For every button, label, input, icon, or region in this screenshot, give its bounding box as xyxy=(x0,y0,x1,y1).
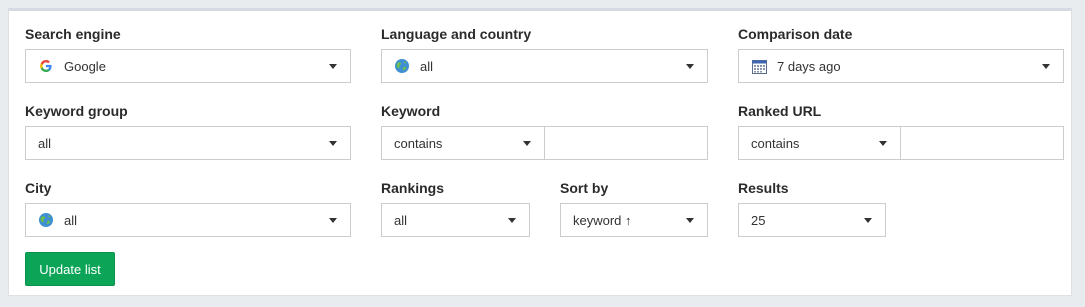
keyword-group-value: all xyxy=(38,135,52,151)
chevron-down-icon xyxy=(686,64,694,69)
rankings-select[interactable]: all xyxy=(381,203,530,237)
globe-icon xyxy=(38,212,54,228)
city-label: City xyxy=(25,180,52,196)
chevron-down-icon xyxy=(879,141,887,146)
comparison-date-select[interactable]: 7 days ago xyxy=(738,49,1064,83)
results-select[interactable]: 25 xyxy=(738,203,886,237)
results-value: 25 xyxy=(751,212,766,228)
rankings-value: all xyxy=(394,212,408,228)
filter-panel: Search engine Google Language and countr… xyxy=(8,8,1072,296)
chevron-down-icon xyxy=(686,218,694,223)
sort-by-label: Sort by xyxy=(560,180,609,196)
sort-by-value: keyword ↑ xyxy=(573,212,632,228)
ranked-url-match-select[interactable]: contains xyxy=(738,126,901,160)
google-icon xyxy=(38,58,54,74)
search-engine-value: Google xyxy=(64,58,106,74)
update-list-button[interactable]: Update list xyxy=(25,252,115,286)
chevron-down-icon xyxy=(864,218,872,223)
language-country-value: all xyxy=(420,58,434,74)
keyword-match-value: contains xyxy=(394,135,443,151)
keyword-match-select[interactable]: contains xyxy=(381,126,545,160)
comparison-date-value: 7 days ago xyxy=(777,58,841,74)
ranked-url-label: Ranked URL xyxy=(738,103,822,119)
city-value: all xyxy=(64,212,78,228)
chevron-down-icon xyxy=(1042,64,1050,69)
chevron-down-icon xyxy=(329,141,337,146)
language-country-label: Language and country xyxy=(381,26,532,42)
comparison-date-label: Comparison date xyxy=(738,26,853,42)
chevron-down-icon xyxy=(329,64,337,69)
keyword-input[interactable] xyxy=(544,126,708,160)
city-select[interactable]: all xyxy=(25,203,351,237)
results-label: Results xyxy=(738,180,789,196)
search-engine-select[interactable]: Google xyxy=(25,49,351,83)
keyword-label: Keyword xyxy=(381,103,441,119)
chevron-down-icon xyxy=(523,141,531,146)
calendar-icon xyxy=(751,58,767,74)
search-engine-label: Search engine xyxy=(25,26,121,42)
ranked-url-input[interactable] xyxy=(900,126,1064,160)
language-country-select[interactable]: all xyxy=(381,49,708,83)
sort-by-select[interactable]: keyword ↑ xyxy=(560,203,708,237)
ranked-url-match-value: contains xyxy=(751,135,800,151)
chevron-down-icon xyxy=(508,218,516,223)
globe-icon xyxy=(394,58,410,74)
chevron-down-icon xyxy=(329,218,337,223)
keyword-group-label: Keyword group xyxy=(25,103,128,119)
rankings-label: Rankings xyxy=(381,180,445,196)
keyword-group-select[interactable]: all xyxy=(25,126,351,160)
